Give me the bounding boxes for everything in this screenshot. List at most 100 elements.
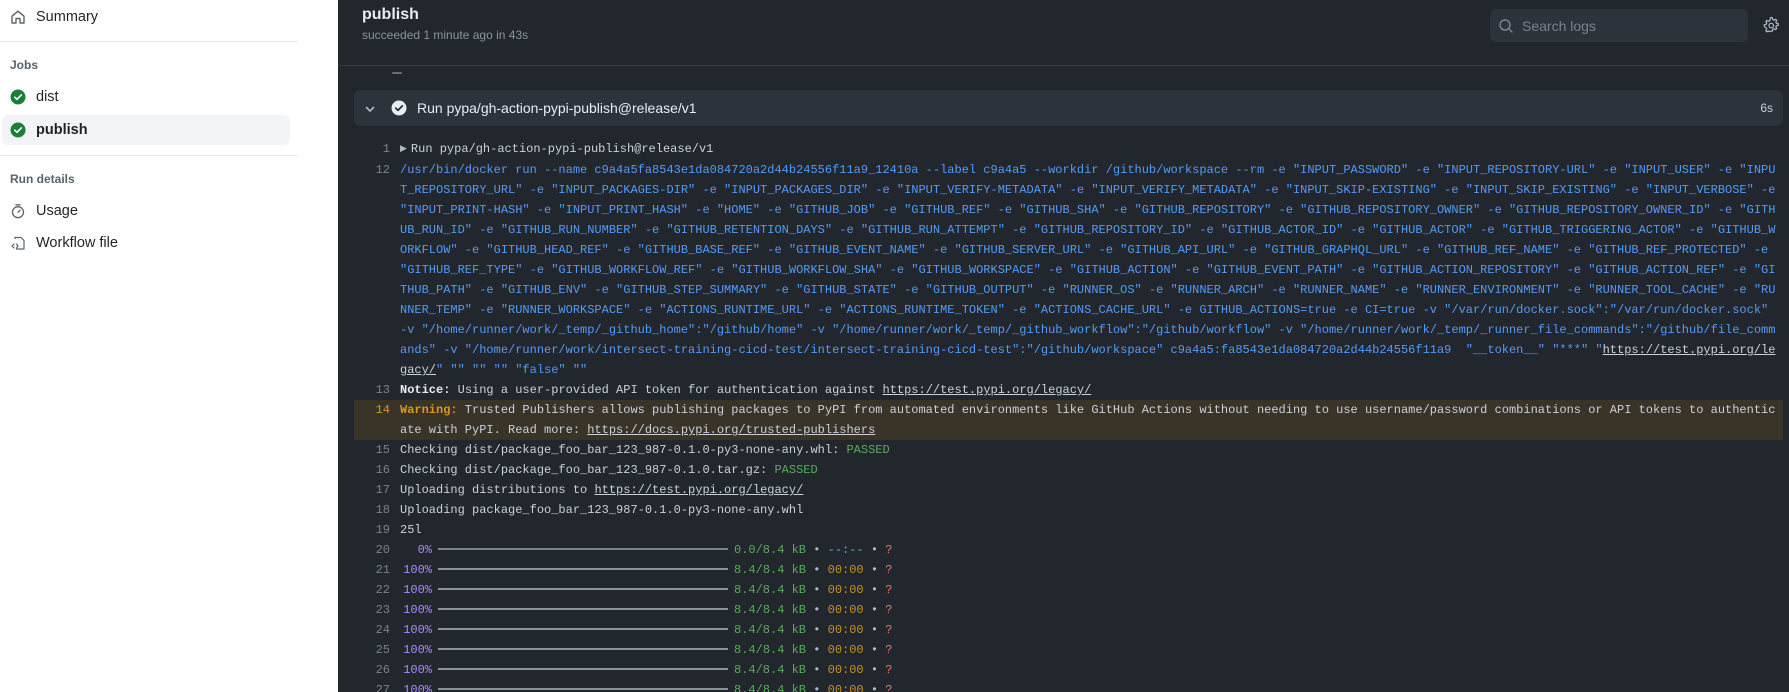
- separator: •: [863, 583, 886, 597]
- log-link[interactable]: https://test.pypi.org/legacy/: [883, 383, 1092, 397]
- separator: •: [863, 643, 886, 657]
- progress-percent: 100%: [403, 683, 432, 692]
- progress-rate: ?: [885, 543, 893, 557]
- log-text: 25l: [400, 523, 422, 537]
- warning-label: Warning:: [400, 403, 458, 417]
- file-code-icon: [10, 235, 26, 251]
- line-number[interactable]: 13: [354, 380, 400, 400]
- progress-rate: ?: [885, 683, 893, 692]
- progress-eta: 00:00: [827, 683, 864, 692]
- progress-eta: 00:00: [827, 603, 864, 617]
- progress-log-line[interactable]: 21 100% 8.4/8.4 kB • 00:00 • ?: [354, 560, 1783, 580]
- line-number[interactable]: 14: [354, 400, 400, 440]
- separator: •: [806, 663, 828, 677]
- progress-log-line[interactable]: 24 100% 8.4/8.4 kB • 00:00 • ?: [354, 620, 1783, 640]
- log-line[interactable]: 1 ▶ Run pypa/gh-action-pypi-publish@relea…: [354, 139, 1783, 160]
- line-number[interactable]: 23: [354, 600, 400, 620]
- line-number[interactable]: 17: [354, 480, 400, 500]
- progress-eta: 00:00: [827, 623, 864, 637]
- line-number[interactable]: 19: [354, 520, 400, 540]
- progress-bar-fill: [438, 567, 728, 570]
- log-link[interactable]: https://test.pypi.org/legacy/: [594, 483, 803, 497]
- separator: •: [863, 563, 886, 577]
- log-line[interactable]: 17 Uploading distributions to https://te…: [354, 480, 1783, 500]
- progress-log-line[interactable]: 27 100% 8.4/8.4 kB • 00:00 • ?: [354, 680, 1783, 692]
- progress-size: 8.4/8.4 kB: [734, 663, 807, 677]
- jobs-heading: Jobs: [10, 58, 39, 72]
- log-text: Uploading package_foo_bar_123_987-0.1.0-…: [400, 503, 804, 517]
- sidebar-item-label: dist: [36, 89, 59, 105]
- expand-triangle-icon[interactable]: ▶: [400, 144, 407, 154]
- progress-eta: 00:00: [827, 663, 864, 677]
- sidebar-item-label: Usage: [36, 203, 78, 219]
- sidebar-job-publish[interactable]: publish: [2, 115, 290, 145]
- line-number[interactable]: 1: [354, 139, 400, 160]
- line-number[interactable]: 18: [354, 500, 400, 520]
- progress-bar-fill: [438, 607, 728, 610]
- progress-bar-fill: [438, 687, 728, 690]
- line-number[interactable]: 12: [354, 160, 400, 380]
- sidebar-item-summary[interactable]: Summary: [2, 2, 290, 32]
- log-line[interactable]: 13 Notice: Using a user-provided API tok…: [354, 380, 1783, 400]
- line-number[interactable]: 25: [354, 640, 400, 660]
- progress-eta: 00:00: [827, 563, 864, 577]
- progress-log-line[interactable]: 23 100% 8.4/8.4 kB • 00:00 • ?: [354, 600, 1783, 620]
- docker-command-tail: " "" "" "" "false" "": [436, 363, 588, 377]
- log-line[interactable]: 18 Uploading package_foo_bar_123_987-0.1…: [354, 500, 1783, 520]
- progress-percent: 100%: [403, 603, 432, 617]
- step-header[interactable]: Run pypa/gh-action-pypi-publish@release/…: [354, 90, 1783, 126]
- search-icon: [1498, 18, 1514, 34]
- log-link[interactable]: https://docs.pypi.org/trusted-publishers: [587, 423, 875, 437]
- progress-percent: 0%: [417, 543, 432, 557]
- progress-rate: ?: [885, 623, 893, 637]
- progress-eta: 00:00: [827, 643, 864, 657]
- sidebar-job-dist[interactable]: dist: [2, 82, 290, 112]
- progress-bar: [438, 667, 728, 670]
- line-number[interactable]: 27: [354, 680, 400, 692]
- separator: •: [806, 683, 828, 692]
- log-line[interactable]: 19 25l: [354, 520, 1783, 540]
- separator: •: [806, 563, 828, 577]
- line-number[interactable]: 15: [354, 440, 400, 460]
- passed-status: PASSED: [774, 463, 818, 477]
- progress-size: 8.4/8.4 kB: [734, 583, 807, 597]
- line-number[interactable]: 24: [354, 620, 400, 640]
- log-line[interactable]: 16 Checking dist/package_foo_bar_123_987…: [354, 460, 1783, 480]
- passed-status: PASSED: [846, 443, 890, 457]
- line-number[interactable]: 26: [354, 660, 400, 680]
- progress-log-line[interactable]: 25 100% 8.4/8.4 kB • 00:00 • ?: [354, 640, 1783, 660]
- check-circle-icon: [10, 89, 26, 105]
- sidebar: Summary Jobs dist publish Run details Us…: [0, 0, 338, 692]
- progress-rate: ?: [885, 643, 893, 657]
- sidebar-divider: [0, 155, 298, 156]
- progress-eta: --:--: [827, 543, 864, 557]
- progress-bar: [438, 627, 728, 630]
- log-line[interactable]: 15 Checking dist/package_foo_bar_123_987…: [354, 440, 1783, 460]
- log-text: Checking dist/package_foo_bar_123_987-0.…: [400, 443, 847, 457]
- line-number[interactable]: 21: [354, 560, 400, 580]
- search-logs-field[interactable]: [1490, 9, 1748, 42]
- line-number[interactable]: 20: [354, 540, 400, 560]
- progress-size: 8.4/8.4 kB: [734, 603, 807, 617]
- progress-log-line[interactable]: 20 0% 0.0/8.4 kB • --:-- • ?: [354, 540, 1783, 560]
- progress-rate: ?: [885, 663, 893, 677]
- progress-log-line[interactable]: 26 100% 8.4/8.4 kB • 00:00 • ?: [354, 660, 1783, 680]
- search-logs-input[interactable]: [1522, 17, 1732, 34]
- line-number[interactable]: 22: [354, 580, 400, 600]
- gear-icon[interactable]: [1762, 16, 1780, 34]
- progress-percent: 100%: [403, 623, 432, 637]
- log-line[interactable]: 12 /usr/bin/docker run --name c9a4a5fa85…: [354, 160, 1783, 380]
- line-number[interactable]: 16: [354, 460, 400, 480]
- progress-log-line[interactable]: 22 100% 8.4/8.4 kB • 00:00 • ?: [354, 580, 1783, 600]
- sidebar-item-label: Summary: [36, 9, 99, 25]
- log-text: Uploading distributions to: [400, 483, 595, 497]
- separator: •: [806, 623, 828, 637]
- separator: •: [863, 603, 886, 617]
- chevron-down-icon[interactable]: [364, 102, 376, 114]
- job-status-subtitle: succeeded 1 minute ago in 43s: [362, 28, 529, 42]
- progress-size: 0.0/8.4 kB: [734, 543, 807, 557]
- sidebar-item-usage[interactable]: Usage: [2, 196, 290, 226]
- log-line-warning[interactable]: 14 Warning: Trusted Publishers allows pu…: [354, 400, 1783, 440]
- progress-percent: 100%: [403, 663, 432, 677]
- sidebar-item-workflow-file[interactable]: Workflow file: [2, 228, 290, 258]
